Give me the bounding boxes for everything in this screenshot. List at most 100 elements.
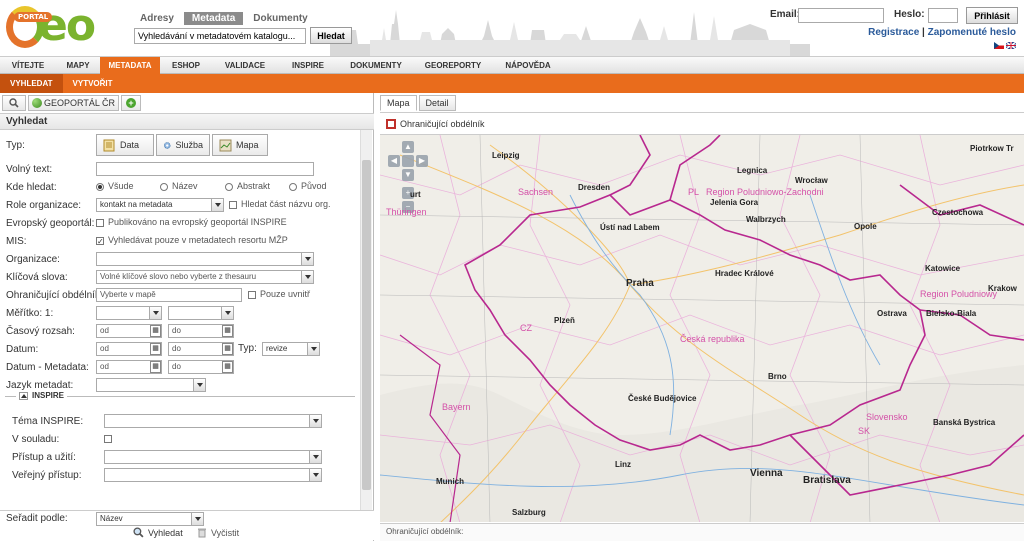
email-field[interactable] bbox=[798, 8, 884, 23]
tab-mapa[interactable]: Mapa bbox=[380, 95, 417, 111]
pan-up-button[interactable]: ▲ bbox=[402, 141, 414, 153]
inspire-toggle[interactable]: INSPIRE bbox=[16, 391, 68, 400]
nav-item-mapy[interactable]: MAPY bbox=[56, 57, 100, 75]
public-access-select[interactable] bbox=[104, 468, 322, 482]
nav-item-eshop[interactable]: ESHOP bbox=[160, 57, 212, 75]
search-tab-dokumenty[interactable]: Dokumenty bbox=[245, 12, 315, 25]
form-scrollbar[interactable] bbox=[360, 130, 372, 512]
clear-button-label: Vyčistit bbox=[211, 527, 240, 538]
forgot-password-link[interactable]: Zapomenuté heslo bbox=[928, 27, 1016, 38]
role-select[interactable]: kontakt na metadata bbox=[96, 198, 224, 212]
pan-left-button[interactable]: ◀ bbox=[388, 155, 400, 167]
chevron-down-icon bbox=[311, 347, 317, 351]
czech-flag-icon[interactable] bbox=[994, 42, 1004, 49]
radio-vsude[interactable] bbox=[96, 183, 104, 191]
keywords-select[interactable]: Volné klíčové slovo nebo vyberte z thesa… bbox=[96, 270, 314, 284]
role-label: Role organizace: bbox=[6, 200, 82, 211]
tab-detail[interactable]: Detail bbox=[418, 95, 456, 111]
search-tab-metadata[interactable]: Metadata bbox=[183, 12, 244, 25]
bbox-tool-label[interactable]: Ohraničující obdélník bbox=[400, 119, 485, 129]
city-label: Jelenia Gora bbox=[710, 198, 759, 207]
org-name-part-checkbox[interactable] bbox=[229, 201, 237, 209]
search-button[interactable]: Hledat bbox=[310, 27, 352, 44]
search-tab[interactable] bbox=[2, 95, 26, 111]
nav-item-validace[interactable]: VALIDACE bbox=[212, 57, 278, 75]
eu-geoportal-checkbox[interactable] bbox=[96, 219, 104, 227]
nav-item-metadata[interactable]: METADATA bbox=[100, 57, 160, 75]
email-label: Email: bbox=[770, 9, 801, 20]
nav-item-vitejte[interactable]: VÍTEJTE bbox=[0, 57, 56, 75]
city-label: Linz bbox=[615, 460, 631, 469]
city-label: Vienna bbox=[750, 468, 783, 479]
calendar-icon[interactable]: ▦ bbox=[222, 343, 233, 355]
city-label: Katowice bbox=[925, 264, 961, 273]
clear-button[interactable]: Vyčistit bbox=[197, 527, 239, 538]
eu-geoportal-option: Publikováno na evropský geoportál INSPIR… bbox=[108, 217, 287, 227]
english-flag-icon[interactable] bbox=[1006, 42, 1016, 49]
link-separator: | bbox=[922, 27, 925, 38]
calendar-icon[interactable]: ▦ bbox=[222, 361, 233, 373]
find-button[interactable]: Vyhledat bbox=[133, 527, 183, 538]
nav-item-dokumenty[interactable]: DOKUMENTY bbox=[338, 57, 414, 75]
mis-checkbox[interactable]: ✓ bbox=[96, 237, 104, 246]
only-inside-checkbox[interactable] bbox=[248, 291, 256, 299]
metadata-search-input[interactable] bbox=[134, 28, 306, 44]
chevron-down-icon bbox=[197, 383, 203, 387]
scale-to-select[interactable] bbox=[168, 306, 234, 320]
subnav-item-vytvorit[interactable]: VYTVOŘIT bbox=[63, 74, 123, 93]
password-field[interactable] bbox=[928, 8, 958, 23]
type-service-button[interactable]: Služba bbox=[156, 134, 210, 156]
region-label: Slovensko bbox=[866, 412, 908, 422]
date-type-select[interactable]: revize bbox=[262, 342, 320, 356]
search-tab-adresy[interactable]: Adresy bbox=[132, 12, 182, 25]
geoportal-logo[interactable]: eo PORTAL bbox=[4, 0, 114, 52]
access-select[interactable] bbox=[104, 450, 322, 464]
organization-select[interactable] bbox=[96, 252, 314, 266]
radio-abstrakt-label: Abstrakt bbox=[237, 181, 271, 191]
city-label: Opole bbox=[854, 222, 877, 231]
nav-item-napoveda[interactable]: NÁPOVĚDA bbox=[492, 57, 564, 75]
language-flags bbox=[994, 42, 1016, 49]
scrollbar-thumb[interactable] bbox=[362, 160, 371, 490]
radio-abstrakt[interactable] bbox=[225, 183, 233, 191]
calendar-icon[interactable]: ▦ bbox=[222, 325, 233, 337]
inspire-theme-select[interactable] bbox=[104, 414, 322, 428]
bbox-input[interactable]: Vyberte v mapě bbox=[96, 288, 242, 302]
map-view[interactable]: ▲ ◀ ▶ ▼ + − Leipzig Dresden Legnica Wroc… bbox=[380, 134, 1024, 522]
sub-navigation: VYHLEDAT VYTVOŘIT bbox=[0, 74, 1024, 93]
calendar-icon[interactable]: ▦ bbox=[150, 361, 161, 373]
login-button[interactable]: Přihlásit bbox=[966, 7, 1018, 24]
pan-right-button[interactable]: ▶ bbox=[416, 155, 428, 167]
region-label: Sachsen bbox=[518, 187, 554, 197]
city-label: Salzburg bbox=[512, 508, 546, 517]
chevron-down-icon bbox=[313, 419, 319, 423]
trash-icon bbox=[198, 528, 206, 538]
calendar-icon[interactable]: ▦ bbox=[150, 343, 161, 355]
radio-puvod[interactable] bbox=[289, 183, 297, 191]
only-inside-label: Pouze uvnitř bbox=[260, 289, 311, 299]
bounding-box-icon[interactable] bbox=[386, 118, 396, 129]
map-canvas[interactable] bbox=[380, 135, 1024, 522]
type-data-button[interactable]: Data bbox=[96, 134, 154, 156]
chevron-down-icon bbox=[153, 311, 159, 315]
add-catalog-button[interactable]: + bbox=[121, 95, 142, 111]
scale-from-select[interactable] bbox=[96, 306, 162, 320]
geoportal-cr-tab[interactable]: GEOPORTÁL ČR bbox=[28, 95, 120, 111]
metadata-language-select[interactable] bbox=[96, 378, 206, 392]
nav-item-georeporty[interactable]: GEOREPORTY bbox=[414, 57, 492, 75]
free-text-input[interactable] bbox=[96, 162, 314, 176]
subnav-item-vyhledat[interactable]: VYHLEDAT bbox=[0, 74, 63, 93]
map-toolbar: Ohraničující obdélník bbox=[380, 112, 1024, 134]
calendar-icon[interactable]: ▦ bbox=[150, 325, 161, 337]
sort-select[interactable]: Název bbox=[96, 512, 204, 526]
organization-label: Organizace: bbox=[6, 254, 60, 265]
radio-nazev[interactable] bbox=[160, 183, 168, 191]
pan-center-button[interactable] bbox=[402, 155, 414, 167]
conformity-checkbox[interactable] bbox=[104, 435, 112, 443]
nav-item-inspire[interactable]: INSPIRE bbox=[278, 57, 338, 75]
register-link[interactable]: Registrace bbox=[868, 27, 919, 38]
magnifier-icon bbox=[133, 527, 144, 538]
pan-down-button[interactable]: ▼ bbox=[402, 169, 414, 181]
chevron-down-icon bbox=[225, 311, 231, 315]
type-map-button[interactable]: Mapa bbox=[212, 134, 268, 156]
